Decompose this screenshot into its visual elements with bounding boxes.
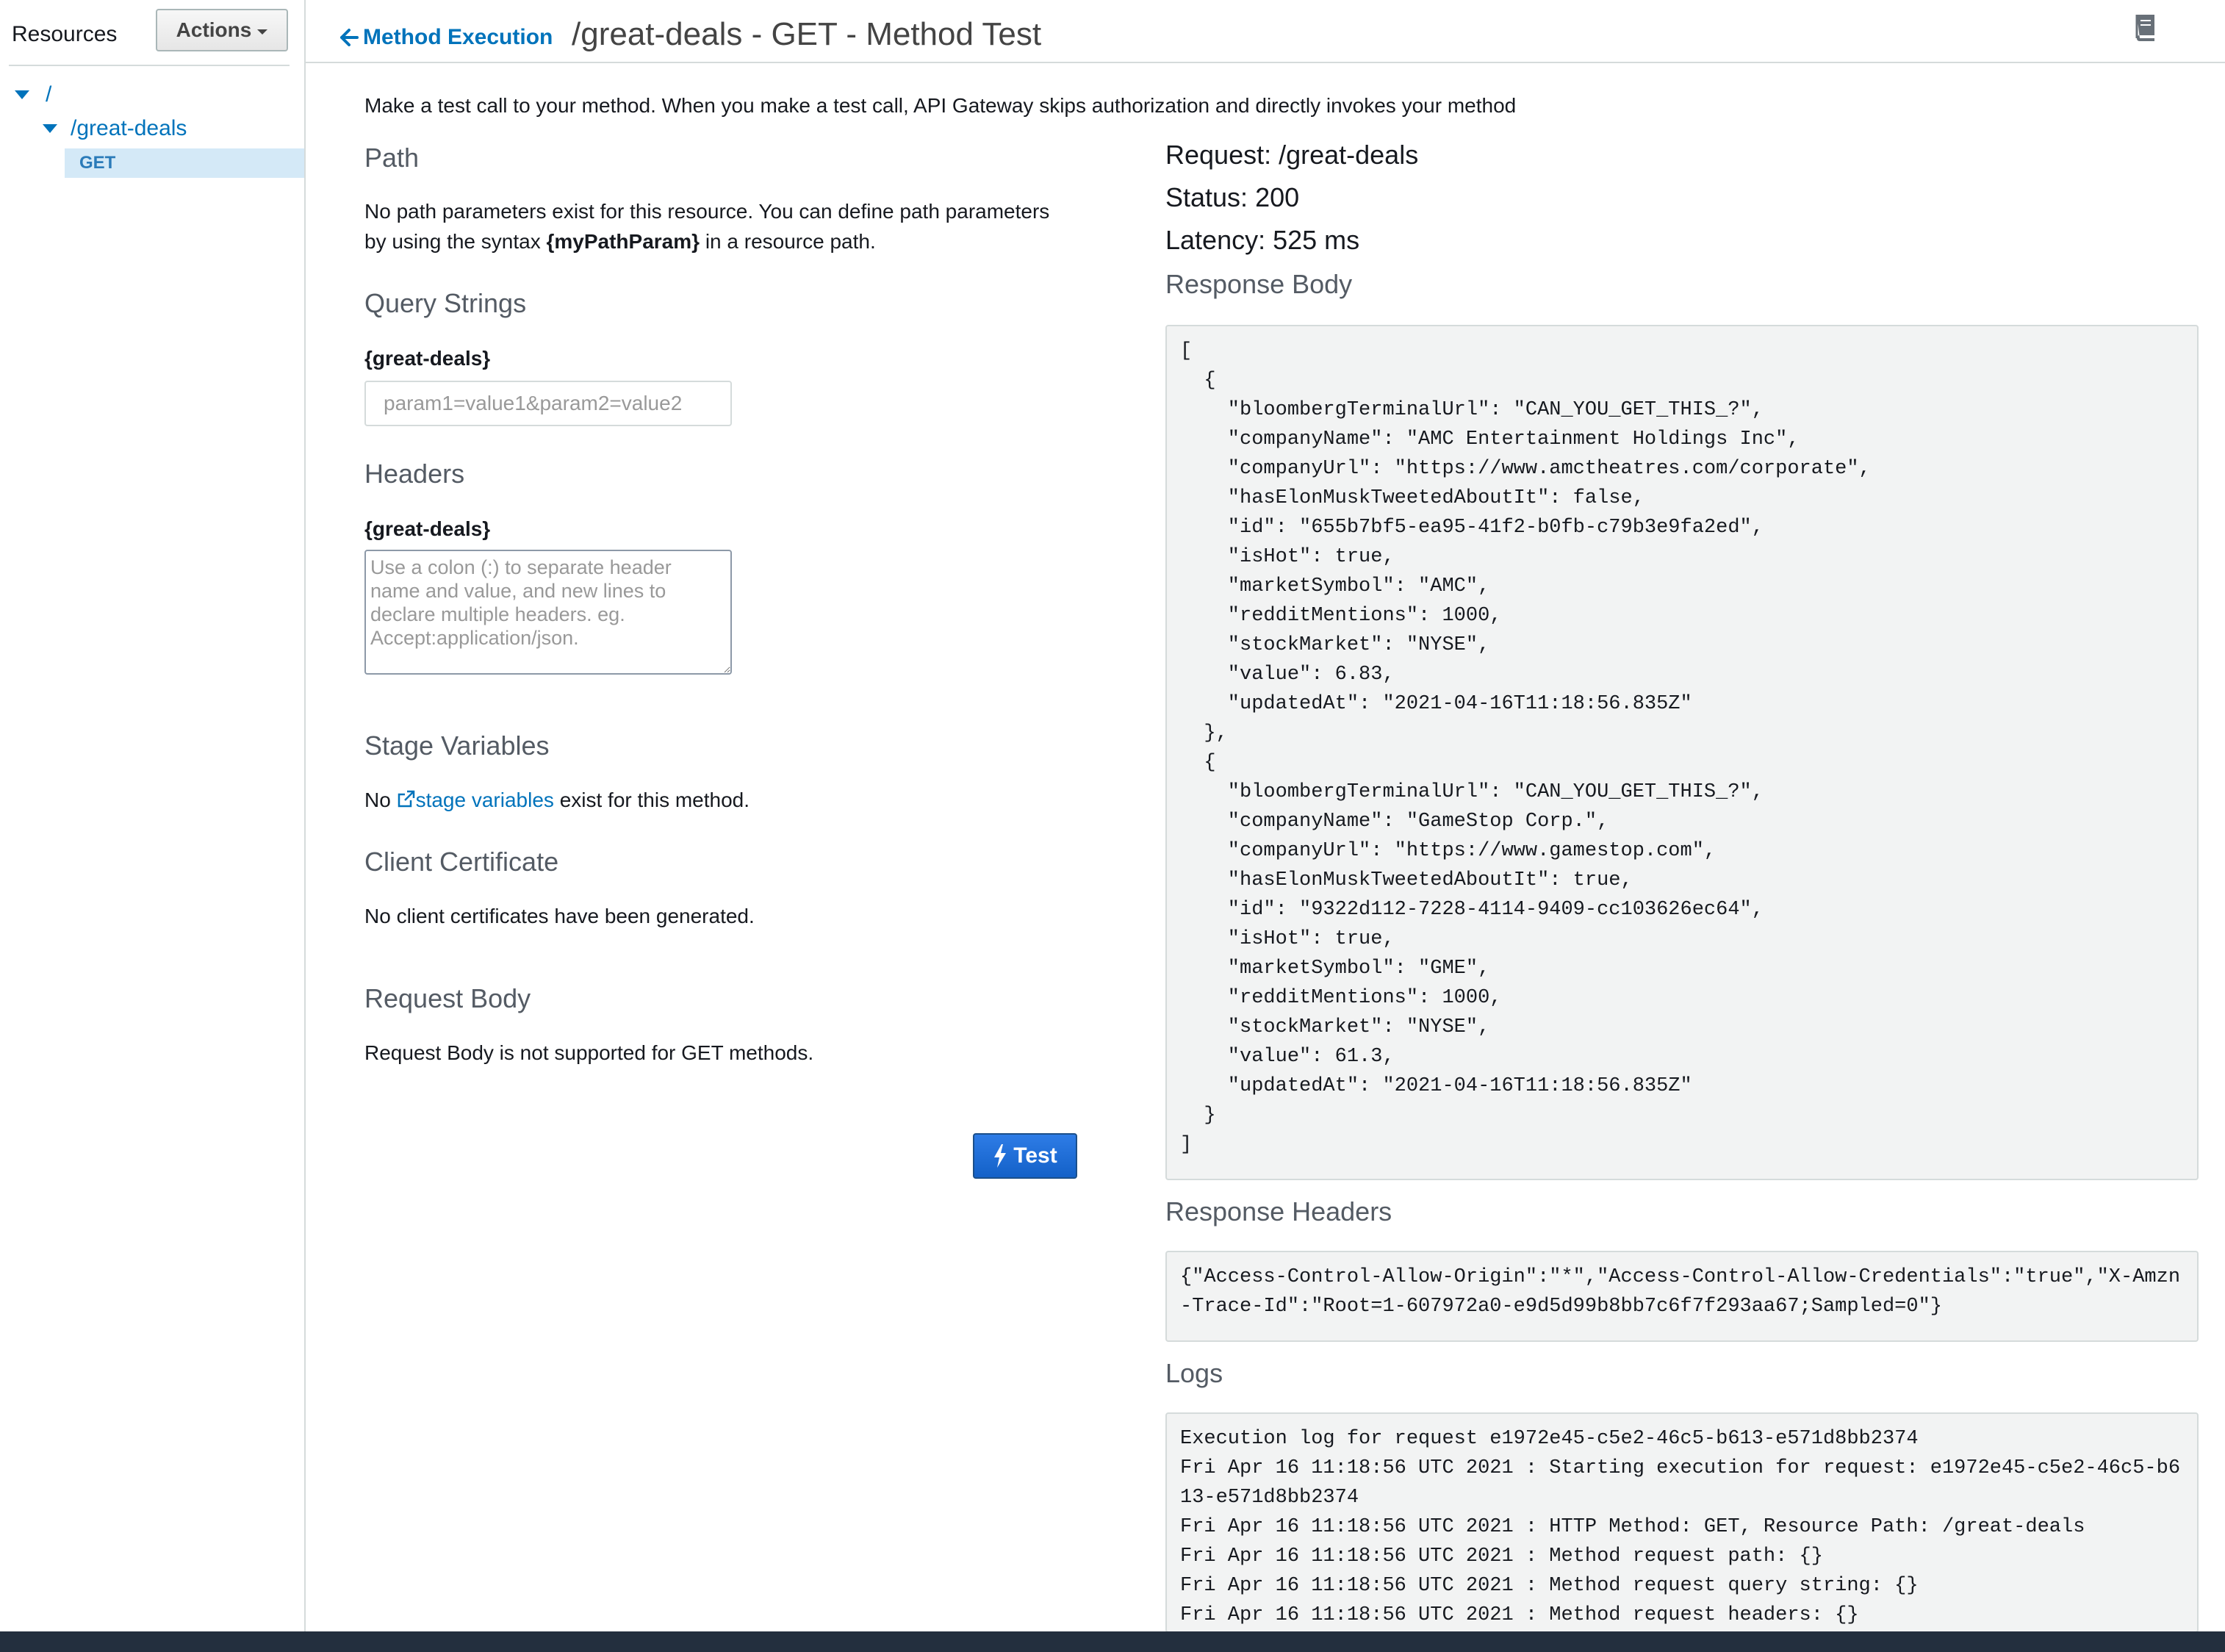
request-body-heading: Request Body [364,983,531,1013]
response-headers-heading: Response Headers [1165,1196,1392,1227]
response-body-line: "isHot": true, [1180,928,1395,950]
test-button-label: Test [1013,1143,1057,1168]
path-heading: Path [364,143,420,173]
response-body-line: "updatedAt": "2021-04-16T11:18:56.835Z" [1180,1075,1692,1097]
logs: Execution log for request e1972e45-c5e2-… [1165,1412,2199,1633]
expand-triangle-icon[interactable] [15,90,29,99]
text: No [364,789,397,811]
stage-variables-link[interactable]: stage variables [397,789,554,811]
request-body-text: Request Body is not supported for GET me… [364,1041,814,1064]
response-headers: {"Access-Control-Allow-Origin":"*","Acce… [1165,1251,2199,1342]
tree-item-label[interactable]: /great-deals [71,116,187,141]
text: by using the syntax [364,230,547,253]
text: exist for this method. [553,789,750,811]
response-body-line: "bloombergTerminalUrl": "CAN_YOU_GET_THI… [1180,399,1764,421]
resources-title: Resources [12,22,118,46]
client-certificate-text: No client certificates have been generat… [364,905,755,927]
path-description: No path parameters exist for this resour… [364,196,1049,256]
tree-item-root[interactable]: / [15,82,51,107]
lightning-icon [994,1144,1007,1168]
test-button[interactable]: Test [973,1133,1077,1179]
request-path: Request: /great-deals [1165,140,1419,170]
client-certificate-heading: Client Certificate [364,847,559,877]
caret-down-icon [257,29,268,35]
response-body-line: "companyUrl": "https://www.amctheatres.c… [1180,458,1871,480]
response-body-line: "companyName": "GameStop Corp.", [1180,811,1609,833]
query-strings-label: {great-deals} [364,347,491,370]
stage-variables-text: No stage variables exist for this method… [364,785,750,815]
query-strings-heading: Query Strings [364,288,527,318]
log-line: Fri Apr 16 11:18:56 UTC 2021 : Method re… [1180,1545,1823,1567]
path-desc-line1: No path parameters exist for this resour… [364,200,1050,223]
response-body-line: "hasElonMuskTweetedAboutIt": false, [1180,487,1645,509]
response-body-line: { [1180,752,1216,774]
response-body-line: "redditMentions": 1000, [1180,605,1502,627]
stage-variables-heading: Stage Variables [364,730,550,761]
status: Status: 200 [1165,182,1300,212]
page-header: Method Execution /great-deals - GET - Me… [306,0,2225,63]
latency: Latency: 525 ms [1165,225,1360,255]
path-param-syntax: {myPathParam} [546,230,700,253]
expand-triangle-icon[interactable] [43,124,57,133]
method-execution-link[interactable]: Method Execution [339,25,553,50]
path-desc-line2: by using the syntax {myPathParam} in a r… [364,226,1049,256]
tree-item-get-method[interactable]: GET [65,148,304,178]
response-body-line: [ [1180,340,1193,362]
headers-label: {great-deals} [364,517,491,540]
response-body-line: "bloombergTerminalUrl": "CAN_YOU_GET_THI… [1180,781,1764,803]
response-body-line: "marketSymbol": "AMC", [1180,575,1490,597]
response-body-line: "value": 61.3, [1180,1046,1395,1068]
response-body-line: "marketSymbol": "GME", [1180,958,1490,980]
link-label[interactable]: stage variables [416,789,554,811]
response-body-line: "companyUrl": "https://www.gamestop.com"… [1180,840,1717,862]
response-body-line: "stockMarket": "NYSE", [1180,1016,1490,1038]
external-link-icon [398,790,414,808]
query-string-input[interactable] [364,381,732,426]
log-line: Fri Apr 16 11:18:56 UTC 2021 : Method re… [1180,1575,1919,1597]
headers-textarea[interactable] [364,550,732,675]
response-body-line: }, [1180,722,1228,744]
response-body-line: "updatedAt": "2021-04-16T11:18:56.835Z" [1180,693,1692,715]
response-body-line: ] [1180,1134,1193,1156]
response-body-line: "redditMentions": 1000, [1180,987,1502,1009]
divider [9,65,290,66]
headers-heading: Headers [364,459,465,489]
response-body-line: "isHot": true, [1180,546,1395,568]
response-body-line: "id": "9322d112-7228-4114-9409-cc103626e… [1180,899,1764,921]
log-line: Fri Apr 16 11:18:56 UTC 2021 : Method re… [1180,1604,1859,1626]
log-line: Fri Apr 16 11:18:56 UTC 2021 : HTTP Meth… [1180,1516,2085,1538]
response-body-line: "companyName": "AMC Entertainment Holdin… [1180,428,1800,450]
response-body-line: } [1180,1105,1216,1127]
tree-item-label[interactable]: / [46,82,51,107]
resources-header: Resources Actions [0,0,304,65]
resources-panel: Resources Actions / /great-deals GET [0,0,306,1631]
arrow-left-icon [340,29,359,46]
response-headers-text: {"Access-Control-Allow-Origin":"*","Acce… [1180,1266,2181,1318]
back-link-label[interactable]: Method Execution [363,25,553,50]
book-icon[interactable] [2129,10,2162,43]
response-body-line: "id": "655b7bf5-ea95-41f2-b0fb-c79b3e9fa… [1180,517,1764,539]
log-line: Execution log for request e1972e45-c5e2-… [1180,1428,1919,1450]
actions-label: Actions [176,18,252,41]
page-title: /great-deals - GET - Method Test [572,16,1042,52]
response-body-line: "stockMarket": "NYSE", [1180,634,1490,656]
response-body: [ { "bloombergTerminalUrl": "CAN_YOU_GET… [1165,325,2199,1180]
logs-heading: Logs [1165,1358,1223,1388]
console-footer [0,1631,2225,1652]
actions-button[interactable]: Actions [156,9,288,51]
response-body-line: { [1180,370,1216,392]
tree-item-great-deals[interactable]: /great-deals [43,116,187,141]
response-body-line: "value": 6.83, [1180,664,1395,686]
intro-text: Make a test call to your method. When yo… [364,94,1517,117]
response-body-heading: Response Body [1165,269,1353,299]
text: in a resource path. [700,230,876,253]
response-body-line: "hasElonMuskTweetedAboutIt": true, [1180,869,1633,891]
log-line: Fri Apr 16 11:18:56 UTC 2021 : Starting … [1180,1457,2181,1509]
